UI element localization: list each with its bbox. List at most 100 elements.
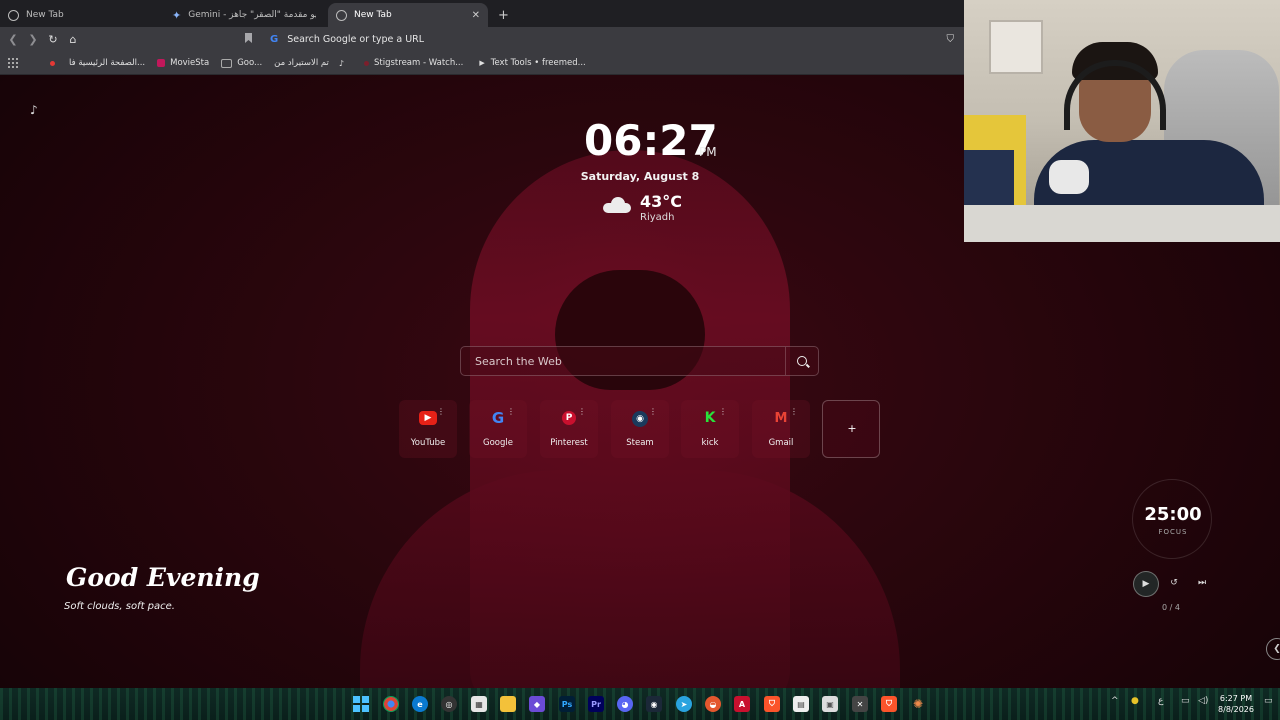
more-options-icon[interactable]: ⋮ xyxy=(437,408,445,416)
new-tab-button[interactable]: + xyxy=(498,3,509,27)
address-bar[interactable]: G Search Google or type a URL ⛉ xyxy=(264,30,960,49)
shortcut-label: Pinterest xyxy=(550,438,588,448)
shortcut-steam[interactable]: ◉ ⋮ Steam xyxy=(611,400,669,458)
more-options-icon[interactable]: ⋮ xyxy=(790,408,798,416)
shortcut-google[interactable]: G ⋮ Google xyxy=(469,400,527,458)
music-icon[interactable]: ♪ xyxy=(30,103,38,117)
heart-icon xyxy=(50,60,55,66)
edge-icon[interactable]: e xyxy=(412,696,428,712)
youtube-icon: ▶ xyxy=(419,411,437,425)
bookmark-folder[interactable]: Goo... xyxy=(221,58,262,68)
search-input[interactable]: Search the Web xyxy=(475,355,562,368)
gmail-icon: M xyxy=(774,410,788,426)
folder-icon xyxy=(221,58,233,68)
language-indicator[interactable]: ع xyxy=(1158,696,1163,706)
tab-title: Gemini - سيناريو مقدمة "الصقر" جاهز xyxy=(188,10,316,20)
tab-gemini[interactable]: ✦ Gemini - سيناريو مقدمة "الصقر" جاهز xyxy=(164,3,328,27)
notepad-icon[interactable]: ▤ xyxy=(793,696,809,712)
app-icon[interactable]: A xyxy=(734,696,750,712)
taskbar-clock[interactable]: 6:27 PM 8/8/2026 xyxy=(1216,693,1256,715)
webcam-desk xyxy=(964,205,1280,242)
more-options-icon[interactable]: ⋮ xyxy=(578,408,586,416)
app-icon[interactable]: ◆ xyxy=(529,696,545,712)
tab-favicon-icon xyxy=(336,9,347,21)
chrome-icon[interactable] xyxy=(383,696,399,712)
chevron-up-icon[interactable]: ^ xyxy=(1111,696,1119,706)
pomodoro-count: 0 / 4 xyxy=(1162,603,1180,612)
apps-grid-icon[interactable] xyxy=(8,58,18,68)
search-button[interactable] xyxy=(786,347,818,375)
home-icon[interactable]: ⌂ xyxy=(63,33,83,46)
tab-new-tab-1[interactable]: New Tab xyxy=(0,3,164,27)
more-options-icon[interactable]: ⋮ xyxy=(649,408,657,416)
bookmark-item[interactable]: ▶ Text Tools • freemed... xyxy=(479,58,585,68)
brave-icon[interactable]: ⛉ xyxy=(764,696,780,712)
webcam-overlay xyxy=(964,0,1280,242)
brave-shield-icon[interactable]: ⛉ xyxy=(947,34,955,45)
app-icon[interactable]: ▣ xyxy=(822,696,838,712)
taskbar xyxy=(0,688,1280,720)
taskbar-date: 8/8/2026 xyxy=(1218,705,1254,714)
greeting-subtitle: Soft clouds, soft pace. xyxy=(64,601,175,612)
store-icon[interactable]: ▦ xyxy=(471,696,487,712)
telegram-icon[interactable]: ➤ xyxy=(676,696,692,712)
pomodoro-timer: 25:00 FOCUS xyxy=(1132,479,1212,559)
discord-icon[interactable]: ◕ xyxy=(617,696,633,712)
bookmark-label: الصفحة الرئيسية فا... xyxy=(69,58,146,68)
brave-icon[interactable]: ⛉ xyxy=(881,696,897,712)
tiktok-icon: ♪ xyxy=(338,58,345,68)
bookmark-item[interactable]: الصفحة الرئيسية فا... xyxy=(50,58,145,68)
close-tab-icon[interactable]: ✕ xyxy=(472,10,480,21)
clock-time: 06:27 xyxy=(584,116,718,165)
bookmark-item[interactable]: تم الاستيراد من ♪ xyxy=(274,58,344,68)
file-explorer-icon[interactable] xyxy=(500,696,516,712)
shortcut-label: kick xyxy=(701,438,719,448)
shortcut-youtube[interactable]: ▶ ⋮ YouTube xyxy=(399,400,457,458)
bookmark-icon[interactable] xyxy=(245,33,252,43)
shortcut-gmail[interactable]: M ⋮ Gmail xyxy=(752,400,810,458)
premiere-icon[interactable]: Pr xyxy=(588,696,604,712)
windows-start-icon[interactable] xyxy=(353,696,369,712)
bookmark-item[interactable]: Stigstream - Watch... xyxy=(364,58,463,68)
weather-city: Riyadh xyxy=(640,212,675,223)
gemini-icon: ✦ xyxy=(172,8,182,22)
play-icon: ▶ xyxy=(479,59,485,67)
tab-title: New Tab xyxy=(26,10,64,20)
address-bar-placeholder: Search Google or type a URL xyxy=(287,34,425,45)
forward-icon[interactable]: ❯ xyxy=(23,33,43,46)
bookmark-label: Stigstream - Watch... xyxy=(374,58,464,68)
web-search-box[interactable]: Search the Web xyxy=(460,346,819,376)
add-shortcut-button[interactable]: + xyxy=(822,400,880,458)
bookmark-item[interactable]: MovieSta xyxy=(157,58,209,68)
bookmark-label: Goo... xyxy=(237,58,263,68)
back-icon[interactable]: ❮ xyxy=(3,33,23,46)
search-icon xyxy=(797,356,807,366)
weather-temperature: 43°C xyxy=(640,192,683,211)
app-icon[interactable]: ◒ xyxy=(705,696,721,712)
microphone-icon[interactable]: ● xyxy=(1131,696,1139,706)
moviesta-icon xyxy=(157,59,166,67)
steam-icon[interactable]: ◉ xyxy=(646,696,662,712)
cloud-icon xyxy=(603,197,631,213)
bookmark-label: MovieSta xyxy=(170,58,210,68)
app-icon[interactable]: ✕ xyxy=(852,696,868,712)
shortcut-label: Google xyxy=(483,438,513,448)
pomodoro-play-button[interactable]: ▶ xyxy=(1133,571,1159,597)
photoshop-icon[interactable]: Ps xyxy=(559,696,575,712)
shortcut-pinterest[interactable]: P ⋮ Pinterest xyxy=(540,400,598,458)
shortcut-label: YouTube xyxy=(410,438,446,448)
tab-new-tab-active[interactable]: New Tab ✕ xyxy=(328,3,488,27)
pomodoro-reset-button[interactable]: ↺ xyxy=(1162,571,1186,595)
volume-icon[interactable]: ◁) xyxy=(1198,696,1208,706)
notification-icon[interactable]: ▭ xyxy=(1264,696,1273,706)
chatgpt-icon[interactable]: ◎ xyxy=(441,696,457,712)
pomodoro-skip-button[interactable]: ⏭ xyxy=(1190,571,1214,595)
tab-favicon-icon xyxy=(8,9,19,21)
app-icon[interactable]: ✺ xyxy=(910,696,926,712)
reload-icon[interactable]: ↻ xyxy=(43,33,63,46)
more-options-icon[interactable]: ⋮ xyxy=(719,408,727,416)
microphone-icon xyxy=(1049,160,1089,194)
more-options-icon[interactable]: ⋮ xyxy=(507,408,515,416)
shortcut-kick[interactable]: K ⋮ kick xyxy=(681,400,739,458)
network-icon[interactable]: ▭ xyxy=(1181,696,1190,706)
